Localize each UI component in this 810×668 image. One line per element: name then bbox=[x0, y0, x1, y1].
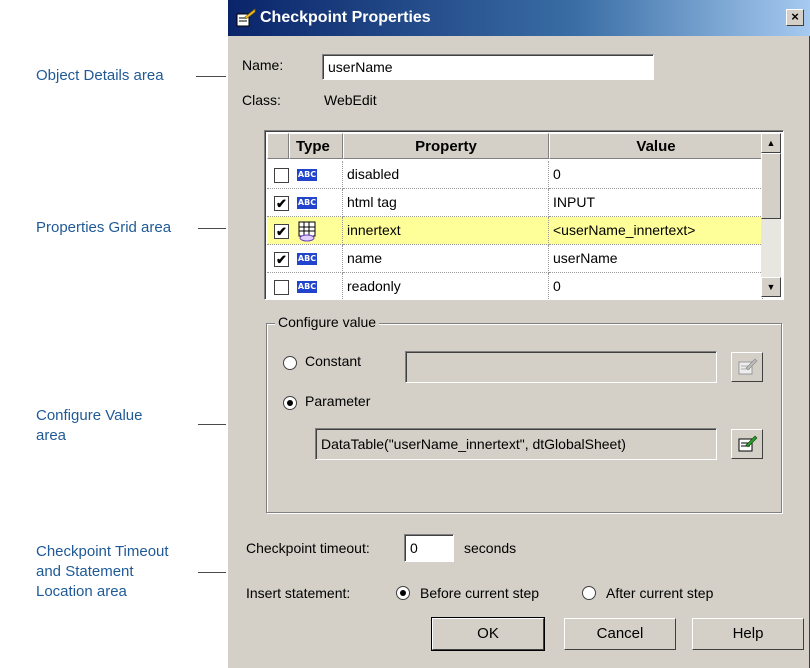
header-checkbox-column bbox=[267, 133, 289, 159]
abc-icon: ABC bbox=[297, 253, 317, 265]
grid-row[interactable]: ✔ innertext <userName_innertext> bbox=[267, 217, 763, 245]
name-field[interactable]: userName bbox=[322, 54, 654, 80]
annotation-configure-line2: area bbox=[36, 427, 67, 444]
annotation-configure-value: Configure Value area bbox=[36, 406, 142, 446]
edit-value-icon bbox=[738, 358, 758, 375]
scroll-down-button[interactable]: ▼ bbox=[761, 277, 781, 297]
abc-icon: ABC bbox=[297, 281, 317, 293]
value-cell[interactable]: 0 bbox=[549, 273, 763, 299]
type-cell: ✔ bbox=[267, 217, 343, 245]
property-cell[interactable]: readonly bbox=[343, 273, 549, 299]
grid-scrollbar[interactable]: ▲ ▼ bbox=[761, 133, 781, 297]
row-checkbox[interactable]: ✔ bbox=[274, 252, 289, 267]
row-checkbox[interactable] bbox=[274, 280, 289, 295]
constant-radio[interactable] bbox=[283, 356, 297, 370]
value-cell[interactable]: 0 bbox=[549, 161, 763, 189]
annotation-configure-line1: Configure Value bbox=[36, 407, 143, 424]
header-value[interactable]: Value bbox=[549, 133, 763, 159]
insert-statement-label: Insert statement: bbox=[246, 585, 351, 601]
grid-row[interactable]: ABC readonly 0 bbox=[267, 273, 763, 299]
row-checkbox[interactable]: ✔ bbox=[274, 196, 289, 211]
class-label: Class: bbox=[242, 92, 281, 108]
row-checkbox[interactable]: ✔ bbox=[274, 224, 289, 239]
type-cell: ABC bbox=[267, 161, 343, 189]
grid-row[interactable]: ✔ ABC name userName bbox=[267, 245, 763, 273]
cancel-button[interactable]: Cancel bbox=[564, 618, 676, 650]
grid-row[interactable]: ✔ ABC html tag INPUT bbox=[267, 189, 763, 217]
help-button[interactable]: Help bbox=[692, 618, 804, 650]
annotation-leader-line bbox=[196, 76, 230, 77]
property-cell[interactable]: name bbox=[343, 245, 549, 273]
constant-field[interactable] bbox=[405, 351, 717, 383]
abc-icon: ABC bbox=[297, 197, 317, 209]
parameter-table-icon bbox=[298, 221, 316, 242]
abc-icon: ABC bbox=[297, 169, 317, 181]
property-cell[interactable]: innertext bbox=[343, 217, 549, 245]
before-current-step-label: Before current step bbox=[420, 585, 540, 601]
ok-button[interactable]: OK bbox=[431, 617, 545, 651]
annotation-object-details: Object Details area bbox=[36, 67, 164, 84]
edit-value-icon bbox=[738, 435, 758, 452]
grid-header: Type Property Value bbox=[267, 133, 763, 159]
row-checkbox[interactable] bbox=[274, 168, 289, 183]
properties-grid[interactable]: Type Property Value ABC disabled 0 ✔ ABC html… bbox=[264, 130, 784, 300]
annotation-timeout-line3: Location area bbox=[36, 583, 127, 600]
annotation-timeout-line1: Checkpoint Timeout bbox=[36, 543, 169, 560]
grid-row[interactable]: ABC disabled 0 bbox=[267, 161, 763, 189]
header-type[interactable]: Type bbox=[289, 133, 343, 159]
timeout-label: Checkpoint timeout: bbox=[246, 540, 370, 556]
dialog-title: Checkpoint Properties bbox=[260, 9, 431, 26]
annotation-timeout: Checkpoint Timeout and Statement Locatio… bbox=[36, 542, 169, 602]
title-bar[interactable]: Checkpoint Properties × bbox=[228, 0, 810, 36]
annotation-properties-grid: Properties Grid area bbox=[36, 219, 172, 236]
class-value: WebEdit bbox=[324, 92, 377, 108]
property-cell[interactable]: html tag bbox=[343, 189, 549, 217]
parameter-label: Parameter bbox=[305, 393, 371, 409]
checkpoint-properties-dialog: Checkpoint Properties × Name: userName C… bbox=[226, 0, 810, 668]
after-current-step-radio[interactable] bbox=[582, 586, 596, 600]
constant-label: Constant bbox=[305, 353, 362, 369]
checkpoint-icon bbox=[236, 8, 256, 27]
parameter-edit-button[interactable] bbox=[731, 429, 763, 459]
header-property[interactable]: Property bbox=[343, 133, 549, 159]
type-cell: ABC bbox=[267, 273, 343, 299]
configure-value-group: Configure value Constant Parameter DataT… bbox=[266, 314, 782, 513]
after-current-step-label: After current step bbox=[606, 585, 714, 601]
before-current-step-radio[interactable] bbox=[396, 586, 410, 600]
parameter-field[interactable]: DataTable("userName_innertext", dtGlobal… bbox=[315, 428, 717, 460]
scroll-up-button[interactable]: ▲ bbox=[761, 133, 781, 153]
type-cell: ✔ ABC bbox=[267, 189, 343, 217]
close-button[interactable]: × bbox=[786, 9, 804, 26]
name-label: Name: bbox=[242, 57, 284, 73]
timeout-unit: seconds bbox=[464, 540, 517, 556]
value-cell[interactable]: INPUT bbox=[549, 189, 763, 217]
configure-value-title: Configure value bbox=[275, 314, 380, 330]
value-cell[interactable]: <userName_innertext> bbox=[549, 217, 763, 245]
value-cell[interactable]: userName bbox=[549, 245, 763, 273]
scroll-thumb[interactable] bbox=[761, 153, 781, 219]
property-cell[interactable]: disabled bbox=[343, 161, 549, 189]
parameter-radio[interactable] bbox=[283, 396, 297, 410]
timeout-field[interactable]: 0 bbox=[404, 534, 454, 562]
annotation-timeout-line2: and Statement bbox=[36, 563, 134, 580]
constant-edit-button[interactable] bbox=[731, 352, 763, 382]
type-cell: ✔ ABC bbox=[267, 245, 343, 273]
